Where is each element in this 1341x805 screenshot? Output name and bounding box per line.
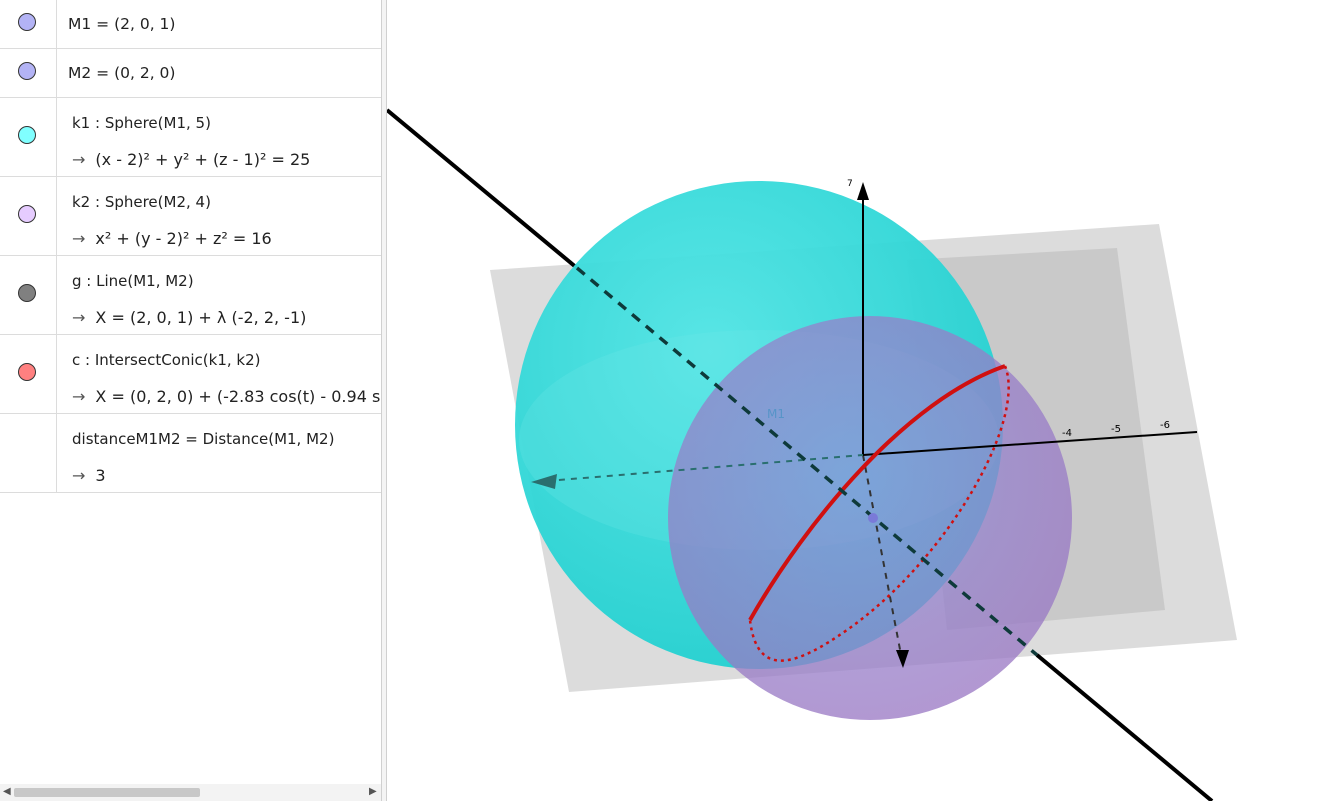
visibility-toggle-M1[interactable] bbox=[18, 13, 36, 31]
algebra-def-k1: k1 : Sphere(M1, 5) bbox=[72, 114, 211, 132]
visibility-toggle-k1[interactable] bbox=[18, 126, 36, 144]
algebra-row-M1[interactable]: M1 = (2, 0, 1) bbox=[0, 0, 381, 49]
point-M1-label: M1 bbox=[767, 407, 785, 421]
z-axis-tick-label: 7 bbox=[847, 179, 853, 189]
algebra-out-c: →X = (0, 2, 0) + (-2.83 cos(t) - 0.94 si… bbox=[72, 387, 381, 406]
graphics-3d-canvas[interactable]: 7 -4 -5 -6 M1 bbox=[385, 0, 1341, 803]
scroll-right-icon[interactable]: ▶ bbox=[369, 786, 377, 797]
visibility-toggle-c[interactable] bbox=[18, 363, 36, 381]
horizontal-scrollbar[interactable]: ◀ ▶ bbox=[0, 784, 381, 801]
visibility-toggle-k2[interactable] bbox=[18, 205, 36, 223]
y-tick-label: -6 bbox=[1160, 420, 1170, 431]
output-arrow-icon: → bbox=[72, 308, 86, 327]
point-M2[interactable] bbox=[868, 513, 878, 523]
output-arrow-icon: → bbox=[72, 466, 86, 485]
y-tick-label: -5 bbox=[1111, 424, 1121, 435]
output-arrow-icon: → bbox=[72, 150, 86, 169]
algebra-out-distance: → 3 bbox=[72, 466, 106, 485]
algebra-def-k2: k2 : Sphere(M2, 4) bbox=[72, 193, 211, 211]
algebra-row-g[interactable]: g : Line(M1, M2) → X = (2, 0, 1) + λ (-2,… bbox=[0, 256, 381, 335]
visibility-toggle-M2[interactable] bbox=[18, 62, 36, 80]
algebra-row-distance[interactable]: distanceM1M2 = Distance(M1, M2) → 3 bbox=[0, 414, 381, 493]
graphics-3d-view[interactable]: 7 -4 -5 -6 M1 bbox=[385, 0, 1341, 803]
algebra-out-k1: → (x - 2)² + y² + (z - 1)² = 25 bbox=[72, 150, 311, 169]
visibility-toggle-g[interactable] bbox=[18, 284, 36, 302]
line-g-upper bbox=[385, 108, 579, 270]
algebra-row-k1[interactable]: k1 : Sphere(M1, 5) → (x - 2)² + y² + (z -… bbox=[0, 98, 381, 177]
scrollbar-thumb[interactable] bbox=[14, 788, 200, 797]
line-g-lower bbox=[1035, 653, 1214, 803]
algebra-def-distance: distanceM1M2 = Distance(M1, M2) bbox=[72, 430, 335, 448]
algebra-out-g: → X = (2, 0, 1) + λ (-2, 2, -1) bbox=[72, 308, 307, 327]
algebra-row-k2[interactable]: k2 : Sphere(M2, 4) → x² + (y - 2)² + z² =… bbox=[0, 177, 381, 256]
algebra-text-M1: M1 = (2, 0, 1) bbox=[68, 15, 176, 33]
z-axis-arrow-icon bbox=[857, 182, 869, 200]
algebra-view: M1 = (2, 0, 1) M2 = (0, 2, 0) k1 : Spher… bbox=[0, 0, 381, 801]
y-tick-label: -4 bbox=[1062, 428, 1072, 439]
output-arrow-icon: → bbox=[72, 387, 86, 406]
scroll-left-icon[interactable]: ◀ bbox=[3, 786, 11, 797]
algebra-def-c: c : IntersectConic(k1, k2) bbox=[72, 351, 261, 369]
output-arrow-icon: → bbox=[72, 229, 86, 248]
algebra-text-M2: M2 = (0, 2, 0) bbox=[68, 64, 176, 82]
algebra-row-c[interactable]: c : IntersectConic(k1, k2) → X = (0, 2, 0… bbox=[0, 335, 381, 414]
algebra-row-M2[interactable]: M2 = (0, 2, 0) bbox=[0, 49, 381, 98]
algebra-out-k2: → x² + (y - 2)² + z² = 16 bbox=[72, 229, 272, 248]
algebra-def-g: g : Line(M1, M2) bbox=[72, 272, 194, 290]
